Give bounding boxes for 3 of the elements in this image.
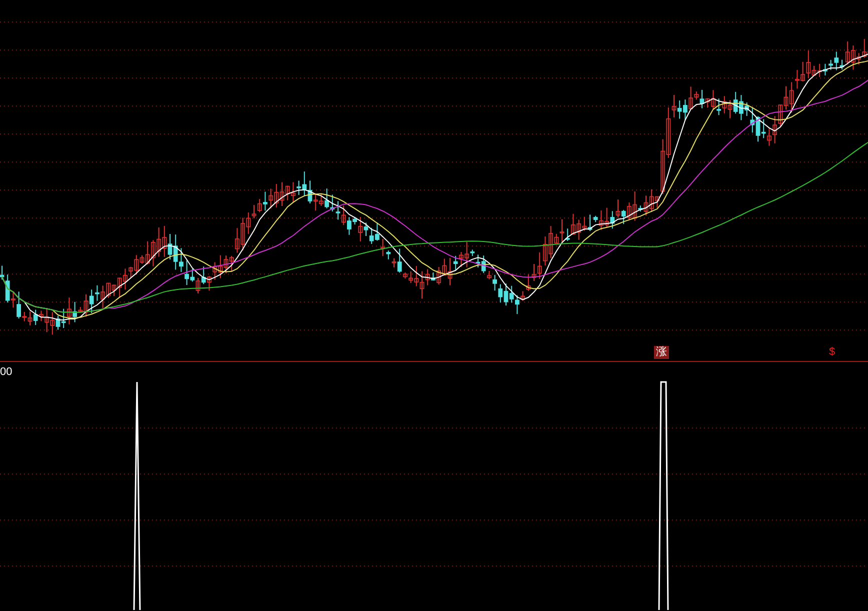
rise-marker: 涨 xyxy=(654,346,669,359)
signal-marker: $ xyxy=(829,346,836,359)
axis-label: 00 xyxy=(0,365,12,380)
